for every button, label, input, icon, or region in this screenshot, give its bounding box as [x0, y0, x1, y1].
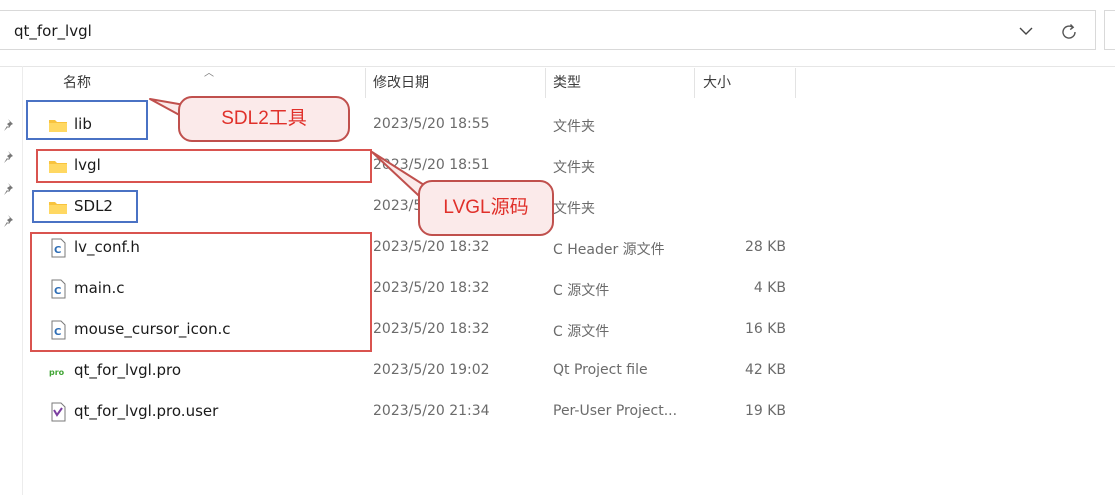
column-divider[interactable]: [545, 68, 546, 98]
highlight-box-sdl2: [32, 190, 138, 223]
column-header-name-label: 名称: [63, 75, 91, 91]
column-header-modified-label: 修改日期: [373, 75, 429, 91]
callout-sdl2-tools: SDL2工具: [178, 96, 350, 142]
file-type: C 源文件: [553, 283, 610, 299]
file-modified: 2023/5/20 19:02: [373, 362, 490, 378]
highlight-box-source-files: [30, 232, 372, 352]
svg-text:pro: pro: [49, 368, 65, 377]
file-size: 4 KB: [753, 280, 786, 296]
file-name[interactable]: qt_for_lvgl.pro.user: [74, 402, 218, 420]
pin-icon[interactable]: [3, 214, 17, 228]
file-type: C Header 源文件: [553, 242, 665, 258]
column-header-name[interactable]: 名称: [63, 68, 363, 98]
callout-lvgl-source: LVGL源码: [418, 180, 554, 236]
refresh-icon[interactable]: [1058, 21, 1080, 43]
column-divider[interactable]: [365, 68, 366, 98]
file-modified: 2023/5/20 21:34: [373, 403, 490, 419]
file-name[interactable]: qt_for_lvgl.pro: [74, 361, 181, 379]
pin-icon[interactable]: [3, 150, 17, 164]
pin-icon[interactable]: [3, 118, 17, 132]
file-size: 42 KB: [744, 362, 786, 378]
column-header-type[interactable]: 类型: [553, 68, 693, 98]
column-header-size-label: 大小: [703, 75, 731, 91]
address-path[interactable]: qt_for_lvgl: [14, 22, 92, 40]
qt-user-file-icon: [51, 402, 66, 422]
file-type: Per-User Project...: [553, 403, 678, 419]
highlight-box-lvgl: [36, 149, 372, 183]
file-modified: 2023/5: [373, 198, 423, 214]
column-header-type-label: 类型: [553, 75, 581, 91]
file-type: Qt Project file: [553, 362, 648, 378]
search-box-edge[interactable]: [1104, 10, 1115, 50]
file-size: 19 KB: [744, 403, 786, 419]
highlight-box-lib: [26, 100, 148, 140]
callout-lvgl-source-text: LVGL源码: [443, 197, 529, 218]
file-size: 28 KB: [744, 239, 786, 255]
file-type: 文件夹: [553, 201, 595, 217]
file-type: 文件夹: [553, 160, 595, 176]
pin-icon[interactable]: [3, 182, 17, 196]
callout-sdl2-tools-text: SDL2工具: [221, 108, 307, 129]
file-modified: 2023/5/20 18:55: [373, 116, 490, 132]
column-divider[interactable]: [795, 68, 796, 98]
file-modified: 2023/5/20 18:32: [373, 239, 490, 255]
qt-project-file-icon: pro: [49, 366, 66, 377]
nav-pane-divider[interactable]: [22, 66, 23, 495]
file-row[interactable]: pro qt_for_lvgl.pro 2023/5/20 19:02 Qt P…: [26, 351, 1106, 392]
column-header-size[interactable]: 大小: [703, 68, 793, 98]
column-header-modified[interactable]: 修改日期: [373, 68, 543, 98]
file-modified: 2023/5/20 18:51: [373, 157, 490, 173]
file-row[interactable]: qt_for_lvgl.pro.user 2023/5/20 21:34 Per…: [26, 392, 1106, 433]
file-type: 文件夹: [553, 119, 595, 135]
file-type: C 源文件: [553, 324, 610, 340]
address-bar[interactable]: qt_for_lvgl: [0, 10, 1096, 50]
file-modified: 2023/5/20 18:32: [373, 321, 490, 337]
file-modified: 2023/5/20 18:32: [373, 280, 490, 296]
file-size: 16 KB: [744, 321, 786, 337]
column-divider[interactable]: [694, 68, 695, 98]
file-row[interactable]: SDL2 2023/5 文件夹: [26, 187, 1106, 228]
chevron-down-icon[interactable]: [1016, 22, 1036, 40]
